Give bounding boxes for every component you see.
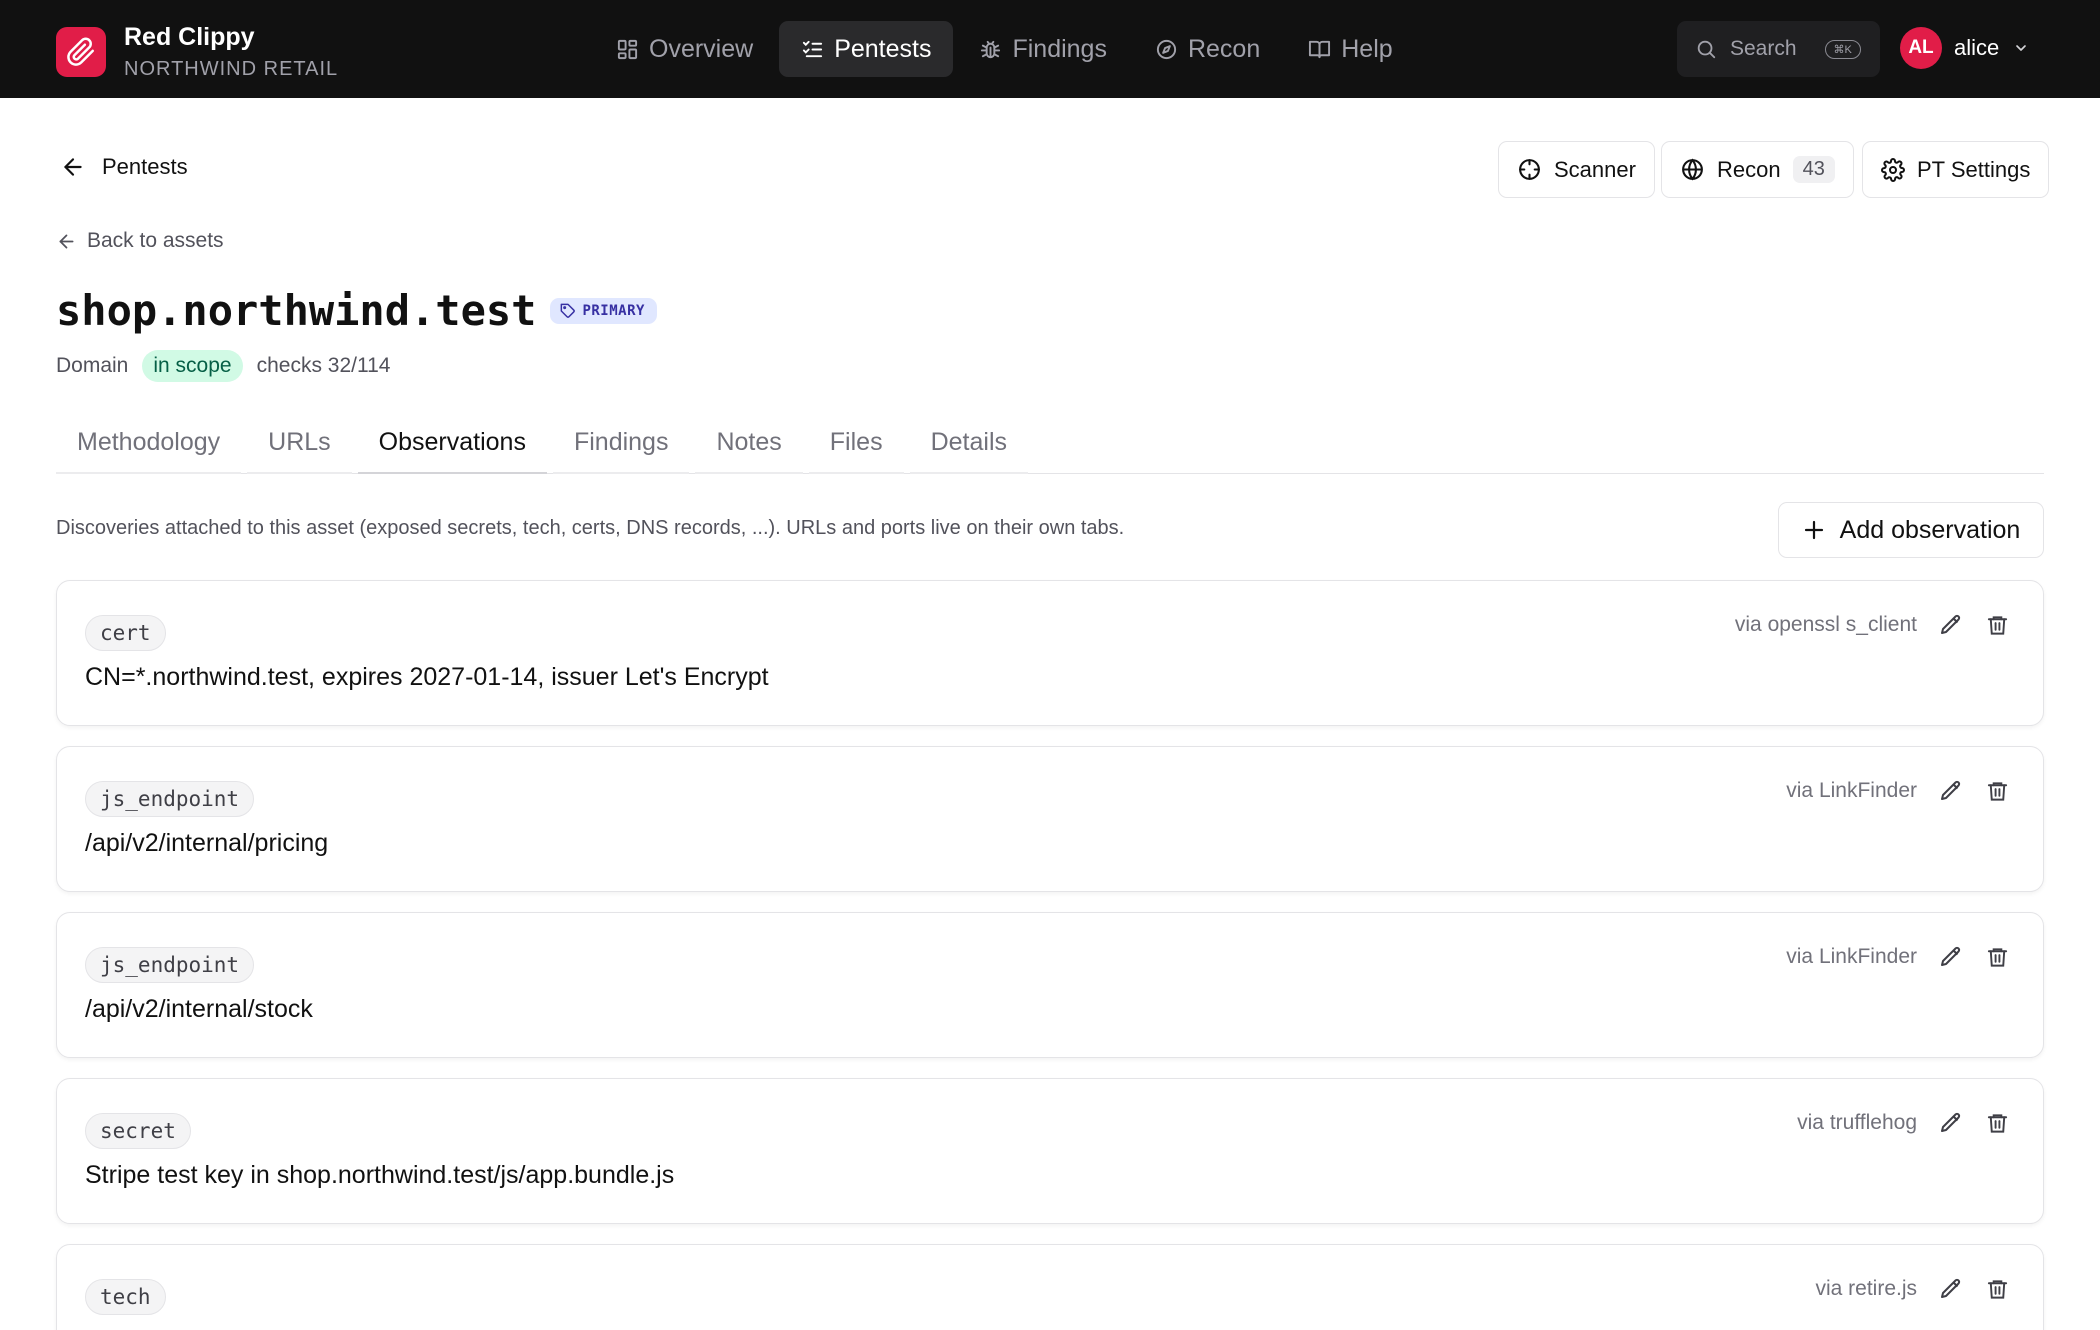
search-icon (1695, 38, 1717, 60)
main-nav: Overview Pentests Findings Recon Help (594, 21, 1419, 77)
tag-icon (560, 303, 576, 319)
brand[interactable]: Red Clippy NORTHWIND RETAIL (56, 22, 338, 82)
observation-type-badge: js_endpoint (85, 781, 255, 817)
checklist-icon (801, 38, 824, 61)
tab-files[interactable]: Files (808, 412, 904, 474)
observation-card: js_endpoint /api/v2/internal/stock via L… (56, 912, 2044, 1058)
observation-value: Stripe test key in shop.northwind.test/j… (85, 1161, 675, 1189)
nav-recon[interactable]: Recon (1133, 21, 1282, 77)
search-label: Search (1730, 37, 1797, 60)
trash-icon[interactable] (1983, 777, 2011, 805)
user-menu[interactable]: AL alice (1900, 27, 2029, 69)
observation-source: via LinkFinder (1786, 779, 1917, 802)
tab-methodology[interactable]: Methodology (56, 412, 242, 474)
observation-card: secret Stripe test key in shop.northwind… (56, 1078, 2044, 1224)
arrow-left-icon (56, 231, 77, 252)
compass-icon (1155, 38, 1178, 61)
asset-meta: Domain in scope checks 32/114 (56, 350, 390, 382)
add-observation-label: Add observation (1839, 515, 2021, 544)
recon-count-badge: 43 (1792, 156, 1835, 183)
observation-card: tech via retire.js (56, 1244, 2044, 1330)
bug-icon (979, 38, 1002, 61)
search-button[interactable]: Search ⌘K (1677, 21, 1880, 77)
observation-source: via openssl s_client (1734, 613, 1917, 636)
observation-source: via LinkFinder (1786, 945, 1917, 968)
plus-icon (1802, 518, 1826, 542)
user-name: alice (1954, 35, 2000, 60)
checks-count: checks 32/114 (256, 354, 391, 377)
asset-tabs: Methodology URLs Observations Findings N… (56, 412, 2044, 474)
nav-overview[interactable]: Overview (594, 21, 775, 77)
arrow-left-icon (60, 154, 86, 180)
observation-value: /api/v2/internal/stock (85, 995, 313, 1023)
tab-details[interactable]: Details (909, 412, 1028, 474)
trash-icon[interactable] (1983, 1109, 2011, 1137)
back-to-assets-label: Back to assets (87, 229, 224, 252)
edit-icon[interactable] (1937, 1275, 1965, 1303)
trash-icon[interactable] (1983, 943, 2011, 971)
asset-type: Domain (56, 354, 129, 377)
crosshair-icon (1517, 157, 1542, 182)
avatar: AL (1900, 27, 1942, 69)
tab-findings[interactable]: Findings (552, 412, 690, 474)
nav-recon-label: Recon (1187, 34, 1261, 63)
top-bar: Red Clippy NORTHWIND RETAIL Overview Pen… (0, 0, 2100, 98)
pt-settings-button[interactable]: PT Settings (1862, 141, 2050, 198)
recon-button[interactable]: Recon 43 (1661, 141, 1854, 198)
book-icon (1308, 38, 1331, 61)
nav-findings-label: Findings (1012, 34, 1107, 63)
scope-badge: in scope (142, 350, 243, 382)
page-title: shop.northwind.test (56, 286, 537, 335)
add-observation-button[interactable]: Add observation (1778, 502, 2044, 558)
primary-badge-label: PRIMARY (582, 303, 645, 319)
app-name: Red Clippy (124, 23, 255, 51)
paperclip-icon (56, 27, 106, 77)
edit-icon[interactable] (1937, 1109, 1965, 1137)
edit-icon[interactable] (1937, 943, 1965, 971)
back-to-assets-link[interactable]: Back to assets (56, 229, 224, 253)
chevron-down-icon (2013, 40, 2029, 56)
nav-help-label: Help (1341, 34, 1393, 63)
gear-icon (1881, 157, 1905, 182)
edit-icon[interactable] (1937, 611, 1965, 639)
breadcrumb[interactable]: Pentests (60, 154, 188, 180)
observation-card: js_endpoint /api/v2/internal/pricing via… (56, 746, 2044, 892)
tab-observations[interactable]: Observations (357, 412, 547, 474)
trash-icon[interactable] (1983, 611, 2011, 639)
observations-description: Discoveries attached to this asset (expo… (56, 517, 1125, 539)
nav-pentests[interactable]: Pentests (779, 21, 954, 77)
observation-value: CN=*.northwind.test, expires 2027-01-14,… (85, 663, 769, 691)
observation-value: /api/v2/internal/pricing (85, 829, 329, 857)
grid-icon (616, 38, 639, 61)
nav-findings[interactable]: Findings (957, 21, 1129, 77)
observation-type-badge: js_endpoint (85, 947, 255, 983)
observation-type-badge: secret (85, 1113, 191, 1149)
tab-notes[interactable]: Notes (695, 412, 803, 474)
globe-icon (1680, 157, 1705, 182)
asset-title-row: shop.northwind.test PRIMARY (56, 283, 657, 339)
scanner-label: Scanner (1554, 156, 1636, 182)
recon-label: Recon (1717, 156, 1781, 182)
scanner-button[interactable]: Scanner (1498, 141, 1655, 198)
nav-help[interactable]: Help (1286, 21, 1414, 77)
observation-source: via trufflehog (1797, 1111, 1917, 1134)
nav-pentests-label: Pentests (834, 34, 932, 63)
breadcrumb-label: Pentests (102, 154, 188, 179)
nav-overview-label: Overview (649, 34, 754, 63)
pt-settings-label: PT Settings (1917, 156, 2031, 182)
observation-card: cert CN=*.northwind.test, expires 2027-0… (56, 580, 2044, 726)
primary-badge: PRIMARY (550, 298, 657, 324)
observation-type-badge: cert (85, 615, 166, 651)
trash-icon[interactable] (1983, 1275, 2011, 1303)
org-name: NORTHWIND RETAIL (124, 58, 339, 80)
edit-icon[interactable] (1937, 777, 1965, 805)
tab-urls[interactable]: URLs (247, 412, 352, 474)
search-shortcut: ⌘K (1824, 39, 1861, 59)
observation-type-badge: tech (85, 1279, 166, 1315)
observation-source: via retire.js (1815, 1277, 1917, 1300)
